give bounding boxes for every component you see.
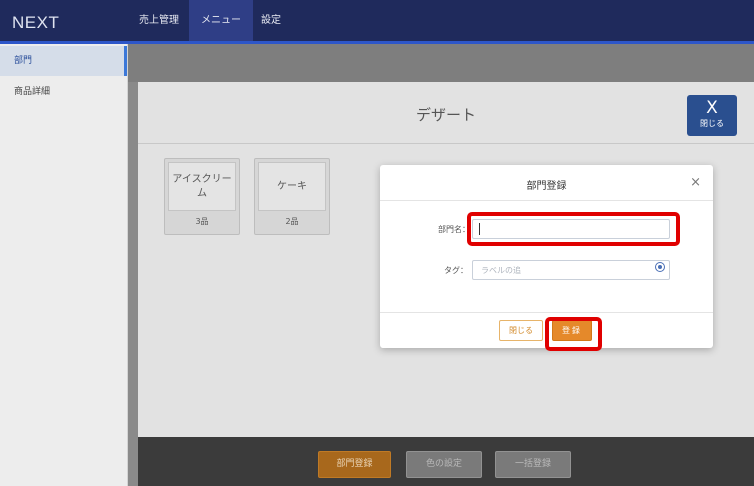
dialog-cancel-button[interactable]: 閉じる — [499, 320, 543, 341]
dialog-footer-divider — [380, 312, 713, 313]
tag-add-icon[interactable] — [655, 262, 665, 272]
dialog-title: 部門登録 — [526, 181, 567, 192]
category-tile-count: 3品 — [195, 217, 209, 226]
nav-menu[interactable]: メニュー — [189, 0, 253, 41]
tag-input[interactable] — [472, 260, 670, 280]
panel-title: デザート — [415, 106, 476, 124]
color-settings-button[interactable]: 色の設定 — [406, 451, 482, 478]
dialog-header-divider — [380, 200, 713, 201]
sidebar: 部門 商品詳細 — [0, 44, 128, 486]
panel-header: デザート X 閉じる — [138, 82, 754, 144]
nav-settings[interactable]: 設定 — [253, 0, 289, 41]
sidebar-item-department[interactable]: 部門 — [0, 46, 127, 76]
category-tile-name: ケーキ — [258, 162, 326, 211]
app-brand: NEXT — [12, 13, 60, 32]
category-tile-cake[interactable]: ケーキ 2品 — [254, 158, 330, 235]
sidebar-item-product-detail[interactable]: 商品詳細 — [0, 77, 127, 107]
dialog-close-icon[interactable]: × — [690, 175, 701, 190]
highlight-register-button — [545, 317, 602, 351]
content-header-band — [128, 44, 754, 82]
department-name-label: 部門名： — [438, 225, 470, 234]
highlight-name-input — [467, 212, 680, 246]
department-register-button[interactable]: 部門登録 — [318, 451, 391, 478]
top-navbar: NEXT 売上管理 メニュー 設定 — [0, 0, 754, 44]
bottom-action-bar: 部門登録 色の設定 一括登録 — [138, 437, 754, 486]
category-tile-name: アイスクリーム — [168, 162, 236, 211]
panel-close-label: 閉じる — [700, 119, 724, 128]
panel-close-button[interactable]: X 閉じる — [687, 95, 737, 136]
nav-sales-management[interactable]: 売上管理 — [131, 0, 187, 41]
category-tile-ice-cream[interactable]: アイスクリーム 3品 — [164, 158, 240, 235]
bulk-register-button[interactable]: 一括登録 — [495, 451, 571, 478]
close-icon: X — [706, 98, 718, 118]
category-tile-count: 2品 — [285, 217, 299, 226]
tag-label: タグ： — [444, 266, 468, 275]
